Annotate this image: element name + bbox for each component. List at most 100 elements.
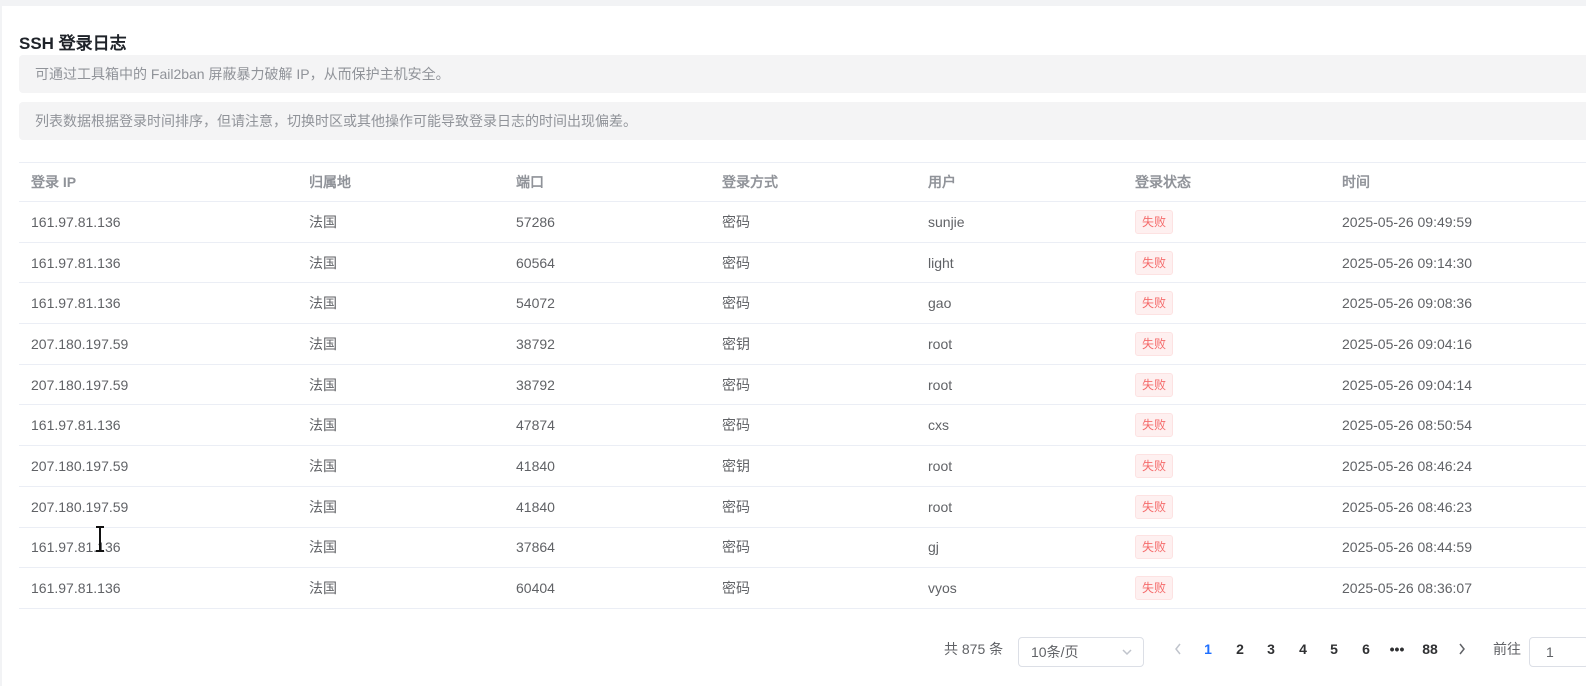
cell-user: root xyxy=(928,498,953,515)
table-row: 161.97.81.136 法国 47874 密码 cxs 失败 2025-05-26 08… xyxy=(19,405,1586,447)
page-2-button[interactable]: 2 xyxy=(1227,631,1253,667)
cell-status: 失败 xyxy=(1135,243,1174,283)
cell-user: light xyxy=(928,254,954,271)
status-badge: 失败 xyxy=(1135,291,1174,316)
cell-time: 2025-05-26 09:04:16 xyxy=(1342,335,1472,352)
more-pages-button[interactable]: ••• xyxy=(1384,631,1410,667)
column-header-ip: 登录 IP xyxy=(31,174,77,190)
table-row: 161.97.81.136 法国 60404 密码 vyos 失败 2025-05-26 0… xyxy=(19,568,1586,609)
cell-status: 失败 xyxy=(1135,324,1174,364)
cell-status: 失败 xyxy=(1135,487,1174,527)
cell-user: sunjie xyxy=(928,213,965,230)
cell-time: 2025-05-26 09:14:30 xyxy=(1342,254,1472,271)
table-row: 207.180.197.59 法国 38792 密码 root 失败 2025-05-26 … xyxy=(19,365,1586,406)
status-badge: 失败 xyxy=(1135,209,1174,234)
page-3-button[interactable]: 3 xyxy=(1258,631,1284,667)
cell-location: 法国 xyxy=(309,580,337,597)
cell-method: 密码 xyxy=(722,376,750,393)
cell-method: 密码 xyxy=(722,539,750,556)
cell-port: 41840 xyxy=(516,498,555,515)
cell-user: vyos xyxy=(928,580,957,597)
cell-location: 法国 xyxy=(309,254,337,271)
cell-status: 失败 xyxy=(1135,365,1174,405)
table-row: 207.180.197.59 法国 41840 密码 root 失败 2025-05-26 … xyxy=(19,487,1586,528)
cell-status: 失败 xyxy=(1135,528,1174,568)
status-badge: 失败 xyxy=(1135,535,1174,560)
cell-user: gao xyxy=(928,295,952,312)
pagination: 共 875 条 10条/页 1 2 3 4 5 6 ••• 88 前往 1 xyxy=(0,631,1586,667)
cell-ip: 161.97.81.136 xyxy=(31,580,121,597)
cell-status: 失败 xyxy=(1135,446,1174,486)
cell-method: 密码 xyxy=(722,254,750,271)
cell-location: 法国 xyxy=(309,417,337,434)
cell-port: 47874 xyxy=(516,417,555,434)
status-badge: 失败 xyxy=(1135,331,1174,356)
cell-method: 密钥 xyxy=(722,335,750,352)
page-4-button[interactable]: 4 xyxy=(1290,631,1316,667)
table-header: 登录 IP 归属地 端口 登录方式 用户 登录状态 时间 xyxy=(19,162,1586,202)
table-row: 161.97.81.136 法国 37864 密码 gj 失败 2025-05-26 08:… xyxy=(19,528,1586,569)
notice-sort-info: 列表数据根据登录时间排序，但请注意，切换时区或其他操作可能导致登录日志的时间出现… xyxy=(19,102,1586,140)
page-6-button[interactable]: 6 xyxy=(1353,631,1379,667)
table-row: 207.180.197.59 法国 41840 密钥 root 失败 2025-05-26 … xyxy=(19,446,1586,487)
table-row: 161.97.81.136 法国 57286 密码 sunjie 失败 2025-05-26… xyxy=(19,202,1586,243)
cell-port: 37864 xyxy=(516,539,555,556)
cell-ip: 207.180.197.59 xyxy=(31,457,129,474)
status-badge: 失败 xyxy=(1135,372,1174,397)
page-size-select[interactable]: 10条/页 xyxy=(1018,637,1144,667)
cell-port: 54072 xyxy=(516,295,555,312)
cell-port: 41840 xyxy=(516,457,555,474)
cell-time: 2025-05-26 08:36:07 xyxy=(1342,580,1472,597)
cell-time: 2025-05-26 09:08:36 xyxy=(1342,295,1472,312)
status-badge: 失败 xyxy=(1135,494,1174,519)
chevron-left-icon[interactable] xyxy=(1168,631,1188,667)
column-header-method: 登录方式 xyxy=(722,174,778,190)
status-badge: 失败 xyxy=(1135,453,1174,478)
cell-method: 密码 xyxy=(722,498,750,515)
status-badge: 失败 xyxy=(1135,413,1174,438)
cell-method: 密码 xyxy=(722,417,750,434)
cell-ip: 161.97.81.136 xyxy=(31,417,121,434)
cell-user: root xyxy=(928,457,953,474)
cell-location: 法国 xyxy=(309,457,337,474)
notice-fail2ban: 可通过工具箱中的 Fail2ban 屏蔽暴力破解 IP，从而保护主机安全。 xyxy=(19,55,1586,93)
column-header-status: 登录状态 xyxy=(1135,174,1191,190)
cell-ip: 161.97.81.136 xyxy=(31,539,121,556)
cell-method: 密码 xyxy=(722,295,750,312)
text-cursor-icon xyxy=(96,526,104,552)
cell-port: 57286 xyxy=(516,213,555,230)
cell-ip: 207.180.197.59 xyxy=(31,498,129,515)
cell-ip: 207.180.197.59 xyxy=(31,335,129,352)
column-header-user: 用户 xyxy=(928,174,956,190)
cell-user: gj xyxy=(928,539,939,556)
cell-location: 法国 xyxy=(309,539,337,556)
cell-location: 法国 xyxy=(309,335,337,352)
status-badge: 失败 xyxy=(1135,576,1174,601)
cell-port: 38792 xyxy=(516,376,555,393)
status-badge: 失败 xyxy=(1135,250,1174,275)
cell-time: 2025-05-26 08:46:23 xyxy=(1342,498,1472,515)
cell-method: 密钥 xyxy=(722,457,750,474)
cell-ip: 161.97.81.136 xyxy=(31,254,121,271)
cell-location: 法国 xyxy=(309,376,337,393)
cell-time: 2025-05-26 08:46:24 xyxy=(1342,457,1472,474)
table-row: 161.97.81.136 法国 54072 密码 gao 失败 2025-05-26 09… xyxy=(19,283,1586,325)
chevron-right-icon[interactable] xyxy=(1452,631,1472,667)
goto-label: 前往 xyxy=(1493,641,1521,657)
page-88-button[interactable]: 88 xyxy=(1414,631,1446,667)
table-row: 207.180.197.59 法国 38792 密钥 root 失败 2025-05-26 … xyxy=(19,324,1586,365)
column-header-location: 归属地 xyxy=(309,174,351,190)
cell-location: 法国 xyxy=(309,213,337,230)
cell-status: 失败 xyxy=(1135,568,1174,608)
cell-ip: 207.180.197.59 xyxy=(31,376,129,393)
page-title: SSH 登录日志 xyxy=(19,34,127,53)
cell-time: 2025-05-26 09:04:14 xyxy=(1342,376,1472,393)
cell-ip: 161.97.81.136 xyxy=(31,213,121,230)
cell-status: 失败 xyxy=(1135,202,1174,242)
cell-status: 失败 xyxy=(1135,283,1174,323)
cell-location: 法国 xyxy=(309,295,337,312)
page-5-button[interactable]: 5 xyxy=(1321,631,1347,667)
goto-page-input[interactable]: 1 xyxy=(1529,637,1586,667)
page-1-button[interactable]: 1 xyxy=(1195,631,1221,667)
cell-time: 2025-05-26 08:44:59 xyxy=(1342,539,1472,556)
